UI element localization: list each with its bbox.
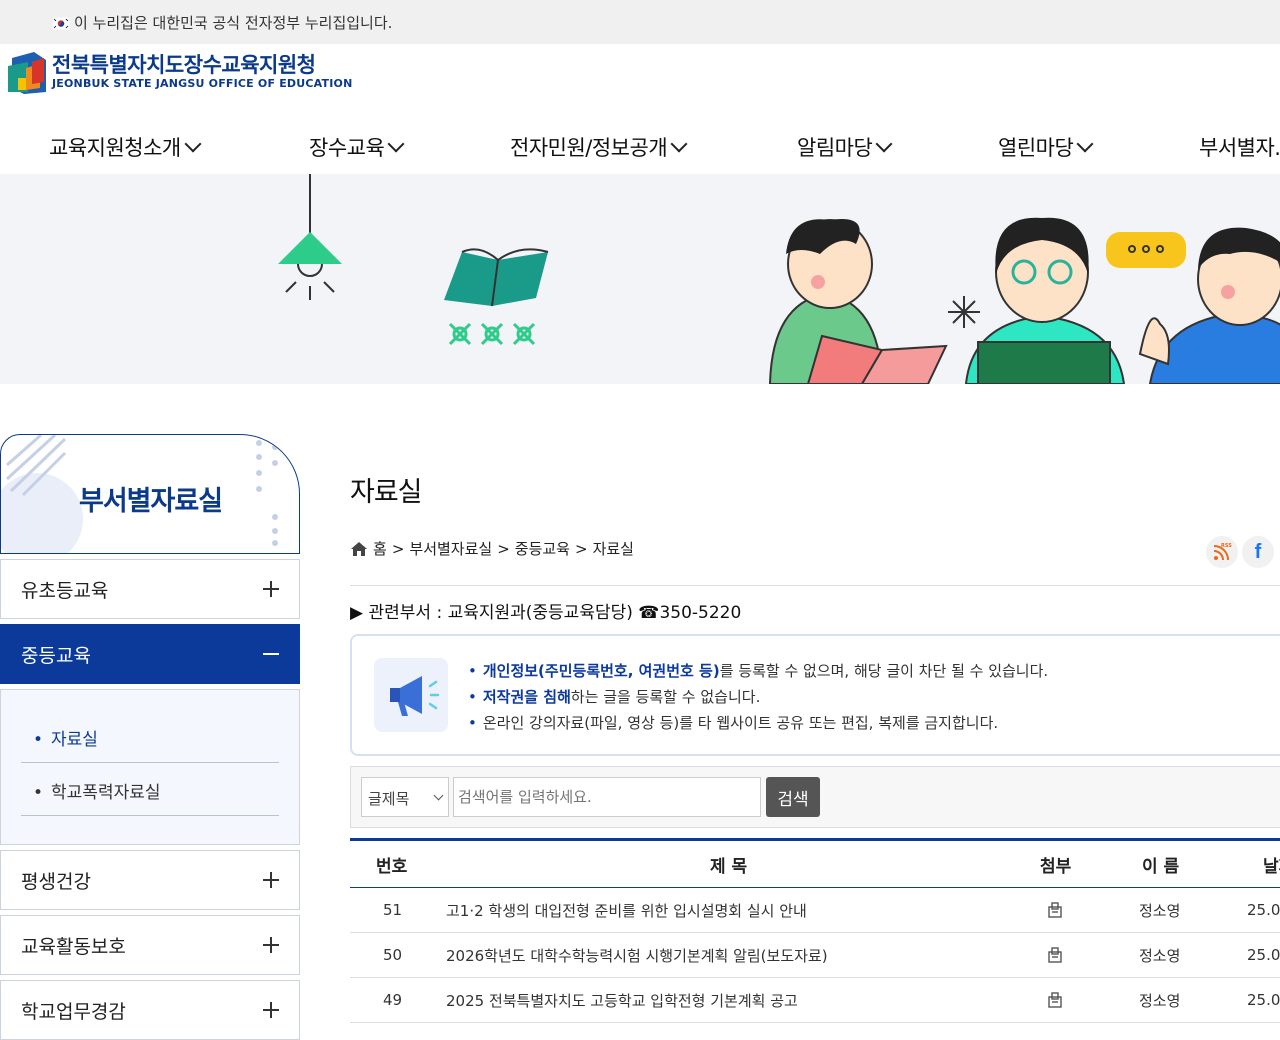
side-nav-title: 부서별자료실 — [79, 486, 223, 517]
logo-title: 전북특별자치도장수교육지원청 — [52, 53, 316, 77]
facebook-icon: f — [1254, 540, 1262, 563]
chevron-down-icon — [670, 135, 688, 153]
row-author: 정소영 — [1139, 946, 1181, 965]
row-title-link[interactable]: 고1·2 학생의 대입전형 준비를 위한 입시설명회 실시 안내 — [446, 888, 807, 932]
attachment-icon[interactable] — [1048, 933, 1062, 977]
attachment-icon[interactable] — [1048, 978, 1062, 1022]
row-date: 25.0 — [1247, 991, 1280, 1009]
megaphone-icon — [374, 658, 448, 732]
side-nav-item-elementary[interactable]: 유초등교육 — [0, 559, 300, 619]
row-date: 25.0 — [1247, 946, 1280, 964]
chevron-down-icon — [433, 790, 444, 801]
nav-item-education[interactable]: 장수교육 — [309, 132, 405, 162]
side-nav-item-lifelong[interactable]: 평생건강 — [0, 850, 300, 910]
sub-banner — [0, 174, 1280, 384]
plus-icon — [263, 1002, 279, 1018]
related-department: ▶ 관련부서 : 교육지원과(중등교육담당) ☎350-5220 — [350, 603, 742, 623]
notice-list: • 개인정보(주민등록번호, 여권번호 등)를 등록할 수 없으며, 해당 글이 … — [468, 658, 1048, 736]
banner-illustration — [278, 174, 1280, 384]
col-header-title: 제 목 — [710, 856, 748, 877]
chevron-down-icon — [387, 135, 405, 153]
notice-item: • 개인정보(주민등록번호, 여권번호 등)를 등록할 수 없으며, 해당 글이 … — [468, 662, 1049, 680]
nav-item-civil[interactable]: 전자민원/정보공개 — [510, 132, 688, 162]
search-input[interactable] — [453, 777, 761, 817]
korea-flag-icon — [51, 16, 71, 30]
row-title-link[interactable]: 2025 전북특별자치도 고등학교 입학전형 기본계획 공고 — [446, 978, 798, 1022]
main-nav: 교육지원청소개 장수교육 전자민원/정보공개 알림마당 열린마당 부서별자. — [0, 118, 1280, 174]
side-nav-item-protection[interactable]: 교육활동보호 — [0, 915, 300, 975]
minus-icon — [263, 653, 279, 655]
row-author: 정소영 — [1139, 901, 1181, 920]
table-row[interactable]: 51 고1·2 학생의 대입전형 준비를 위한 입시설명회 실시 안내 정소영 … — [350, 888, 1280, 933]
plus-icon — [263, 937, 279, 953]
row-date: 25.0 — [1247, 901, 1280, 919]
divider — [350, 585, 1280, 586]
table-header: 번호 제 목 첨부 이 름 날짜 — [350, 841, 1280, 888]
search-button[interactable]: 검색 — [766, 777, 820, 817]
row-author: 정소영 — [1139, 991, 1181, 1010]
breadcrumb-secondary[interactable]: 중등교육 — [515, 538, 570, 559]
side-nav-item-secondary[interactable]: 중등교육 — [0, 624, 300, 684]
plus-icon — [263, 872, 279, 888]
logo-subtitle: JEONBUK STATE JANGSU OFFICE OF EDUCATION — [52, 77, 353, 90]
social-share: RSS f — [1206, 536, 1278, 568]
side-nav-sub-item-archive[interactable]: • 자료실 — [21, 710, 279, 763]
col-header-date: 날짜 — [1263, 856, 1280, 877]
breadcrumb-dept-archive[interactable]: 부서별자료실 — [409, 538, 492, 559]
side-nav-item-workload[interactable]: 학교업무경감 — [0, 980, 300, 1040]
attachment-icon[interactable] — [1048, 888, 1062, 932]
side-nav: 부서별자료실 유초등교육 중등교육 • 자료실 • 학교폭력자료실 평생건강 교육활… — [0, 434, 300, 1040]
notice-box: • 개인정보(주민등록번호, 여권번호 등)를 등록할 수 없으며, 해당 글이 … — [350, 634, 1280, 756]
nav-item-dept[interactable]: 부서별자. — [1199, 132, 1280, 162]
page-title: 자료실 — [350, 477, 423, 508]
row-no: 49 — [383, 991, 403, 1009]
col-header-name: 이 름 — [1142, 856, 1180, 877]
header: 전북특별자치도장수교육지원청 JEONBUK STATE JANGSU OFFI… — [0, 44, 1280, 118]
search-bar: 글제목 검색 — [350, 766, 1280, 828]
notice-item: • 저작권을 침해하는 글을 등록할 수 없습니다. — [468, 688, 761, 706]
post-table: 번호 제 목 첨부 이 름 날짜 51 고1·2 학생의 대입전형 준비를 위한… — [350, 838, 1280, 1023]
home-icon[interactable] — [350, 541, 368, 557]
side-nav-title-box: 부서별자료실 — [0, 434, 300, 554]
logo-emblem-icon — [8, 52, 46, 94]
nav-item-notice[interactable]: 알림마당 — [797, 132, 893, 162]
nav-item-open[interactable]: 열린마당 — [998, 132, 1094, 162]
rss-icon: RSS — [1213, 543, 1232, 561]
notice-item: • 온라인 강의자료(파일, 영상 등)를 타 웹사이트 공유 또는 편집, 복제… — [468, 714, 999, 732]
breadcrumb-current: 자료실 — [592, 540, 634, 558]
facebook-button[interactable]: f — [1242, 536, 1274, 568]
gov-bar-text: 이 누리집은 대한민국 공식 전자정부 누리집입니다. — [74, 13, 393, 32]
side-nav-sub-item-violence-archive[interactable]: • 학교폭력자료실 — [21, 763, 279, 816]
table-row[interactable]: 50 2026학년도 대학수학능력시험 시행기본계획 알림(보도자료) 정소영 … — [350, 933, 1280, 978]
row-title-link[interactable]: 2026학년도 대학수학능력시험 시행기본계획 알림(보도자료) — [446, 933, 828, 977]
breadcrumb-home[interactable]: 홈 — [373, 538, 387, 559]
chevron-down-icon — [875, 135, 893, 153]
plus-icon — [263, 581, 279, 597]
search-field-select[interactable]: 글제목 — [361, 777, 449, 817]
col-header-attach: 첨부 — [1040, 856, 1072, 877]
chevron-down-icon — [184, 135, 202, 153]
breadcrumb: 홈 > 부서별자료실 > 중등교육 > 자료실 — [350, 538, 634, 559]
site-logo[interactable]: 전북특별자치도장수교육지원청 JEONBUK STATE JANGSU OFFI… — [8, 52, 352, 94]
row-no: 50 — [383, 946, 403, 964]
col-header-no: 번호 — [376, 856, 408, 877]
rss-button[interactable]: RSS — [1206, 536, 1238, 568]
row-no: 51 — [383, 901, 403, 919]
gov-bar: 이 누리집은 대한민국 공식 전자정부 누리집입니다. — [0, 0, 1280, 44]
main-content: 자료실 홈 > 부서별자료실 > 중등교육 > 자료실 RSS f ▶ 관련부서… — [350, 470, 1280, 1023]
nav-item-about[interactable]: 교육지원청소개 — [49, 132, 202, 162]
table-row[interactable]: 49 2025 전북특별자치도 고등학교 입학전형 기본계획 공고 정소영 25… — [350, 978, 1280, 1023]
chevron-down-icon — [1076, 135, 1094, 153]
side-nav-submenu: • 자료실 • 학교폭력자료실 — [0, 689, 300, 845]
